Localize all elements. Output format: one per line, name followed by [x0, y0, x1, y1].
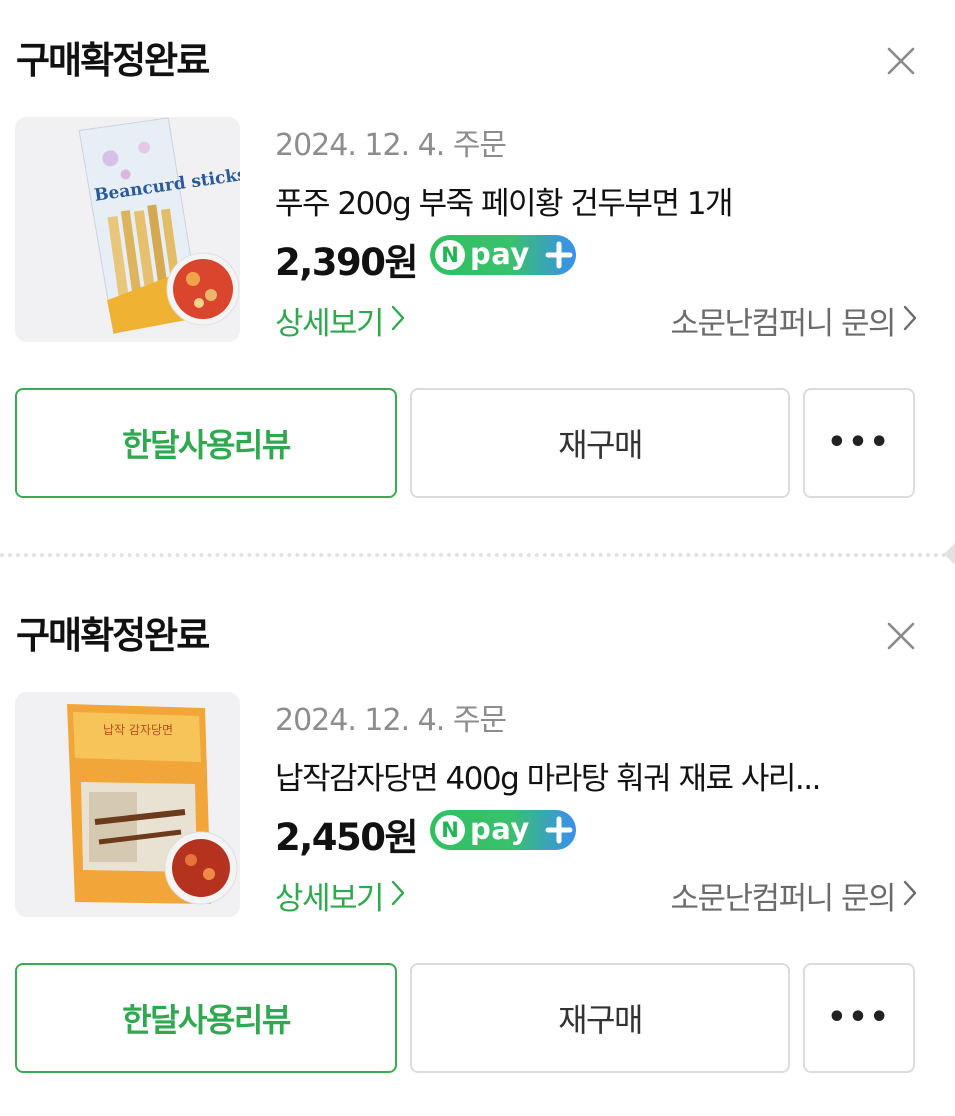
- order-status: 구매확정완료: [16, 614, 210, 657]
- more-options-button[interactable]: •••: [803, 963, 915, 1073]
- detail-link[interactable]: 상세보기: [275, 298, 405, 343]
- more-dots-icon: •••: [827, 1000, 891, 1035]
- plus-icon: [544, 815, 574, 845]
- order-status: 구매확정완료: [16, 39, 210, 82]
- product-image-label: 납작 감자당면: [103, 723, 173, 737]
- npay-plus-badge[interactable]: N pay: [430, 810, 576, 850]
- npay-label: pay: [470, 237, 530, 271]
- chevron-right-icon: [903, 303, 917, 339]
- more-dots-icon: •••: [827, 425, 891, 460]
- npay-n-icon: N: [435, 815, 465, 845]
- chevron-right-icon: [903, 878, 917, 914]
- store-inquiry-link[interactable]: 소문난컴퍼니 문의: [670, 873, 917, 918]
- close-icon[interactable]: [884, 44, 918, 78]
- npay-n-icon: N: [435, 240, 465, 270]
- store-inquiry-label: 소문난컴퍼니 문의: [670, 306, 896, 342]
- detail-link-label: 상세보기: [275, 306, 385, 342]
- detail-link-label: 상세보기: [275, 881, 385, 917]
- order-date: 2024. 12. 4. 주문: [275, 703, 507, 738]
- detail-link[interactable]: 상세보기: [275, 873, 405, 918]
- npay-plus-badge[interactable]: N pay: [430, 235, 576, 275]
- store-inquiry-link[interactable]: 소문난컴퍼니 문의: [670, 298, 917, 343]
- product-name[interactable]: 납작감자당면 400g 마라탕 훠궈 재료 사리...: [275, 753, 915, 798]
- plus-icon: [544, 240, 574, 270]
- rebuy-button[interactable]: 재구매: [410, 963, 790, 1073]
- rebuy-button[interactable]: 재구매: [410, 388, 790, 498]
- review-button[interactable]: 한달사용리뷰: [15, 963, 397, 1073]
- store-inquiry-label: 소문난컴퍼니 문의: [670, 881, 896, 917]
- product-price: 2,450원: [275, 816, 419, 859]
- product-name[interactable]: 푸주 200g 부죽 페이황 건두부면 1개: [275, 178, 915, 223]
- review-button[interactable]: 한달사용리뷰: [15, 388, 397, 498]
- chevron-right-icon: [391, 878, 405, 914]
- order-date: 2024. 12. 4. 주문: [275, 128, 507, 163]
- product-image[interactable]: 납작 감자당면: [15, 692, 240, 917]
- divider-arrow-icon: [944, 543, 955, 565]
- more-options-button[interactable]: •••: [803, 388, 915, 498]
- product-price: 2,390원: [275, 241, 419, 284]
- close-icon[interactable]: [884, 619, 918, 653]
- section-divider: [0, 553, 955, 557]
- chevron-right-icon: [391, 303, 405, 339]
- npay-label: pay: [470, 812, 530, 846]
- product-image[interactable]: Beancurd sticks: [15, 117, 240, 342]
